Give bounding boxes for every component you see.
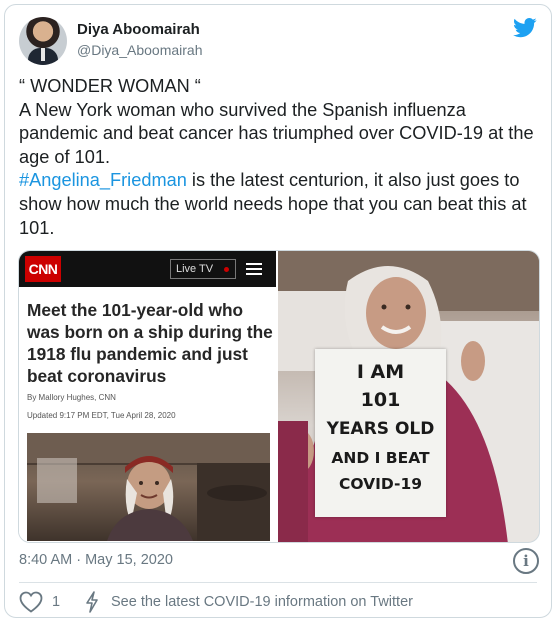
tweet-line-hashtag-sentence: #Angelina_Friedman is the latest centuri… [19,169,539,240]
avatar-tie [41,48,45,61]
menu-icon [246,263,262,265]
cnn-screenshot-image[interactable]: CNN Live TV Meet the 101-year-old who wa… [19,251,278,542]
covid-sign: I AM 101 YEARS OLD AND I BEAT COVID-19 [315,349,446,517]
cnn-headline: Meet the 101-year-old who was born on a … [27,300,273,386]
tweet-line-title: “ WONDER WOMAN “ [19,76,201,96]
sign-line-3: YEARS OLD [326,419,435,439]
info-icon[interactable]: i [513,548,539,574]
tweet-line-body: A New York woman who survived the Spanis… [19,99,534,167]
covid-info-link[interactable]: See the latest COVID-19 information on T… [85,591,413,613]
sign-line-2: 101 [360,389,401,411]
sign-line-1: I AM [356,361,405,383]
woman-with-sign-image[interactable]: I AM 101 YEARS OLD AND I BEAT COVID-19 [278,251,539,542]
sign-line-5: COVID-19 [338,475,423,493]
cnn-logo: CNN [25,256,61,282]
author-name[interactable]: Diya Aboomairah [77,21,200,38]
tweet-text: “ WONDER WOMAN “ A New York woman who su… [19,75,539,240]
sign-line-4: AND I BEAT [331,449,430,467]
lightning-icon [86,591,98,613]
heart-icon [19,591,43,613]
woman-photo-thumbnail [27,433,270,541]
live-tv-badge: Live TV [170,259,236,279]
media-grid[interactable]: CNN Live TV Meet the 101-year-old who wa… [18,250,540,543]
cnn-byline: By Mallory Hughes, CNN [27,393,116,402]
like-button[interactable]: 1 [19,589,60,615]
live-tv-label: Live TV [176,263,214,275]
live-dot-icon [224,267,229,272]
twitter-bird-icon[interactable] [513,18,537,38]
hashtag-link[interactable]: #Angelina_Friedman [19,170,187,190]
woman-photo-illustration [27,433,270,541]
author-handle[interactable]: @Diya_Aboomairah [77,42,203,58]
covid-info-text: See the latest COVID-19 information on T… [111,594,413,610]
tweet-card: Diya Aboomairah @Diya_Aboomairah “ WONDE… [4,4,552,618]
tweet-timestamp[interactable]: 8:40 AM · May 15, 2020 [19,552,173,568]
cnn-updated: Updated 9:17 PM EDT, Tue April 28, 2020 [27,411,176,420]
cnn-top-bar: CNN Live TV [19,251,276,287]
footer-divider [19,582,537,583]
like-count: 1 [52,594,61,610]
avatar[interactable] [19,17,67,65]
